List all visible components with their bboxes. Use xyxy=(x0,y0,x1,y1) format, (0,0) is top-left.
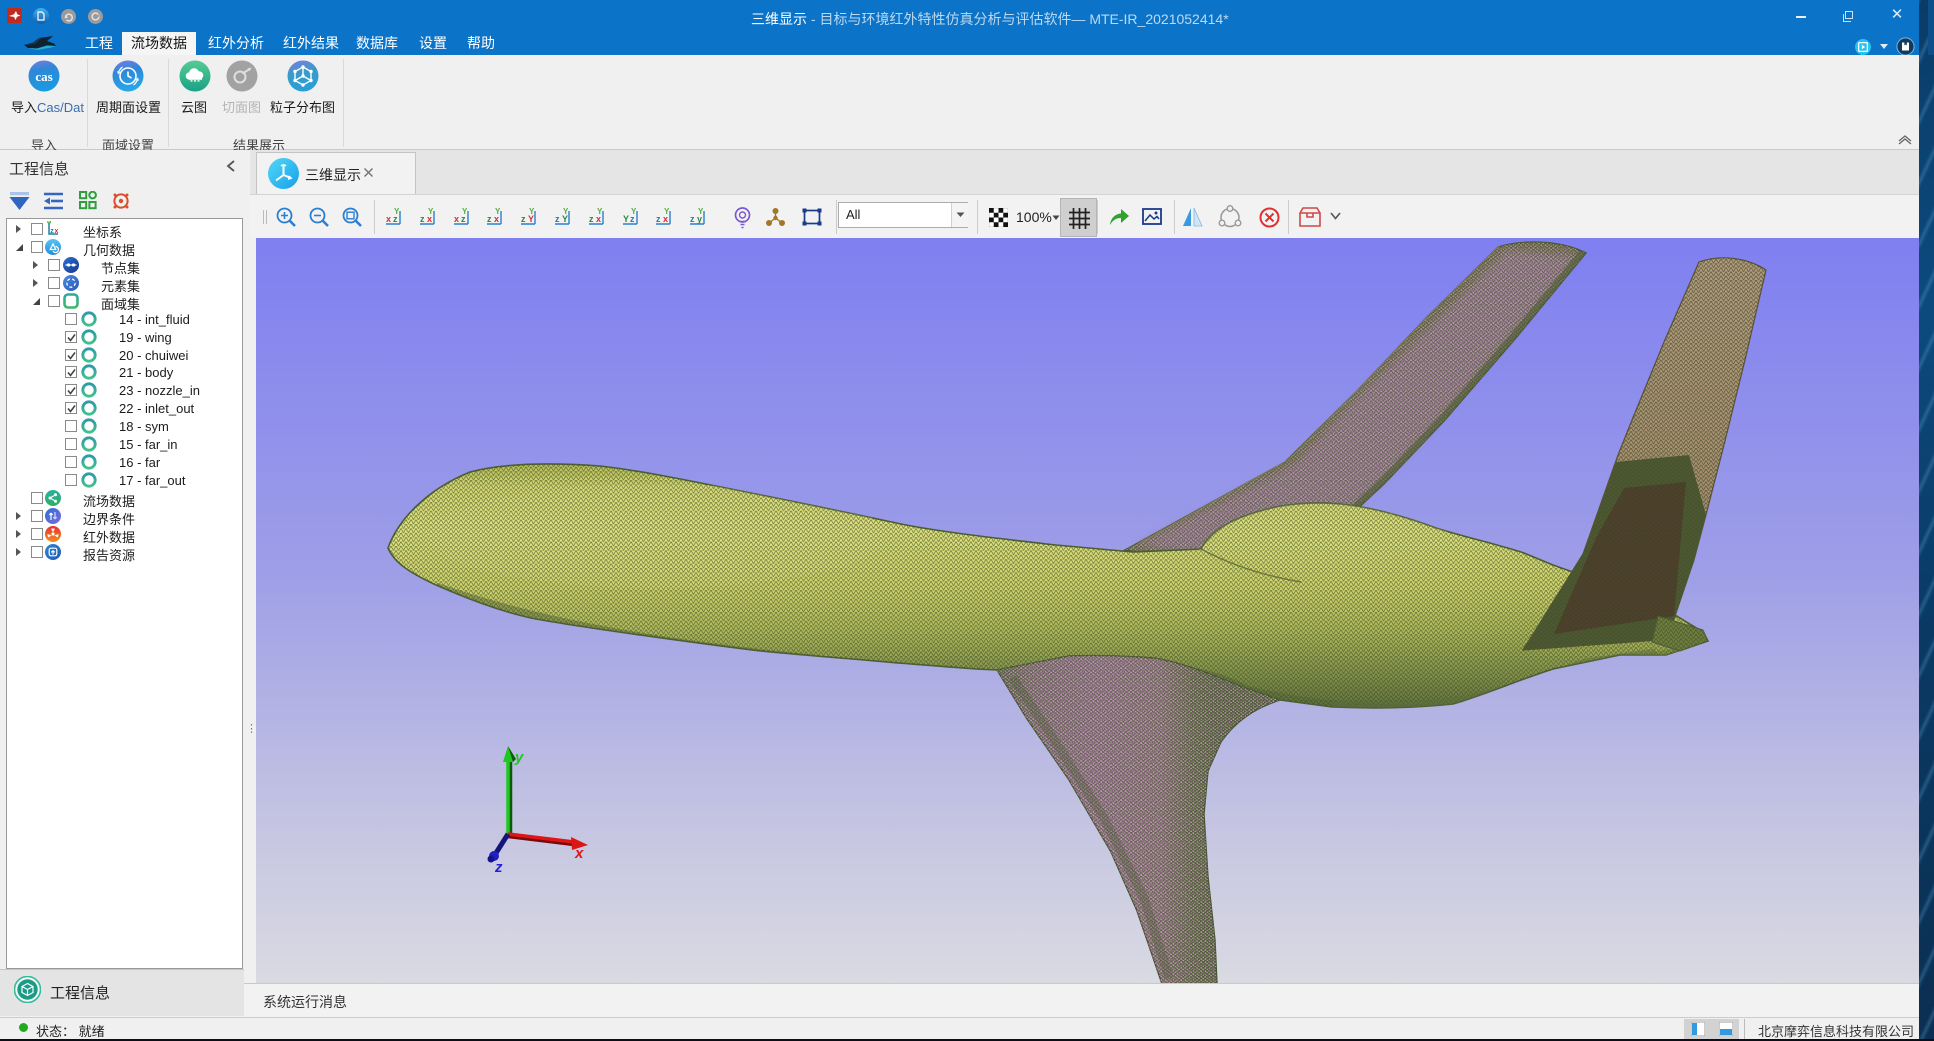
svg-text:x: x xyxy=(574,845,584,862)
svg-text:Y: Y xyxy=(623,214,629,224)
svg-text:z: z xyxy=(494,859,503,876)
svg-text:z: z xyxy=(656,214,661,224)
svg-text:Y: Y xyxy=(631,207,637,216)
svg-text:z: z xyxy=(555,214,560,224)
svg-text:x: x xyxy=(55,228,59,235)
svg-text:Y: Y xyxy=(428,207,434,216)
svg-text:x: x xyxy=(386,214,391,224)
svg-text:Y: Y xyxy=(698,207,704,216)
svg-text:z: z xyxy=(589,214,594,224)
svg-text:z: z xyxy=(420,214,425,224)
svg-text:y: y xyxy=(514,749,524,766)
svg-text:z: z xyxy=(487,214,492,224)
svg-text:Y: Y xyxy=(529,207,535,216)
svg-text:Y: Y xyxy=(495,207,501,216)
svg-text:Y: Y xyxy=(664,207,670,216)
svg-text:Y: Y xyxy=(597,207,603,216)
svg-text:Y: Y xyxy=(48,221,52,226)
svg-text:Y: Y xyxy=(394,207,400,216)
svg-text:Y: Y xyxy=(462,207,468,216)
svg-text:z: z xyxy=(690,214,695,224)
svg-text:cas: cas xyxy=(35,69,52,84)
svg-text:z: z xyxy=(521,214,526,224)
svg-text:Y: Y xyxy=(563,207,569,216)
svg-text:x: x xyxy=(454,214,459,224)
